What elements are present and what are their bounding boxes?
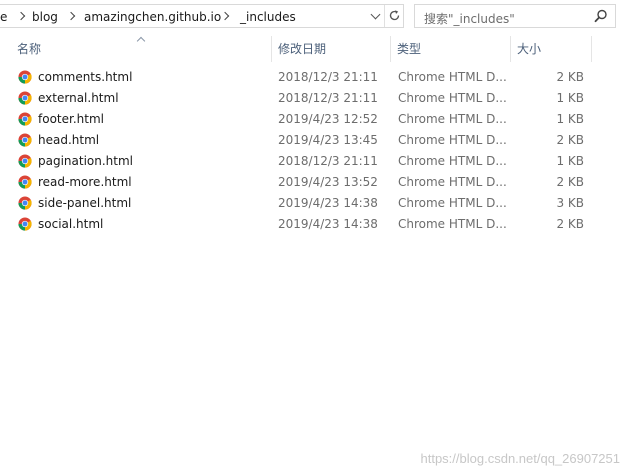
breadcrumb-separator-icon[interactable] bbox=[16, 9, 26, 23]
file-type: Chrome HTML D... bbox=[398, 196, 506, 210]
file-row[interactable]: read-more.html 2019/4/23 13:52 Chrome HT… bbox=[0, 172, 628, 193]
refresh-icon bbox=[389, 10, 400, 21]
file-name: external.html bbox=[38, 91, 119, 105]
file-type: Chrome HTML D... bbox=[398, 133, 506, 147]
file-size: 1 KB bbox=[556, 91, 584, 105]
file-name: comments.html bbox=[38, 70, 133, 84]
file-name: read-more.html bbox=[38, 175, 132, 189]
column-header-row: 名称 修改日期 类型 大小 bbox=[0, 36, 628, 62]
file-name: head.html bbox=[38, 133, 100, 147]
file-type: Chrome HTML D... bbox=[398, 217, 506, 231]
chrome-html-icon bbox=[18, 70, 32, 84]
file-row[interactable]: comments.html 2018/12/3 21:11 Chrome HTM… bbox=[0, 67, 628, 88]
breadcrumb-item[interactable]: blog bbox=[32, 10, 58, 24]
file-type: Chrome HTML D... bbox=[398, 112, 506, 126]
breadcrumb-separator-icon[interactable] bbox=[220, 9, 230, 23]
file-row[interactable]: side-panel.html 2019/4/23 14:38 Chrome H… bbox=[0, 193, 628, 214]
file-name: social.html bbox=[38, 217, 104, 231]
file-type: Chrome HTML D... bbox=[398, 154, 506, 168]
file-row[interactable]: head.html 2019/4/23 13:45 Chrome HTML D.… bbox=[0, 130, 628, 151]
column-header-name[interactable]: 名称 bbox=[11, 36, 271, 62]
file-modified-date: 2019/4/23 13:45 bbox=[278, 133, 378, 147]
file-row[interactable]: pagination.html 2018/12/3 21:11 Chrome H… bbox=[0, 151, 628, 172]
chrome-html-icon bbox=[18, 154, 32, 168]
chrome-html-icon bbox=[18, 112, 32, 126]
file-size: 3 KB bbox=[556, 196, 584, 210]
file-name: side-panel.html bbox=[38, 196, 132, 210]
address-bar[interactable]: e blog amazingchen.github.io _includes bbox=[0, 4, 404, 28]
file-modified-date: 2019/4/23 12:52 bbox=[278, 112, 378, 126]
chrome-html-icon bbox=[18, 175, 32, 189]
file-modified-date: 2019/4/23 14:38 bbox=[278, 196, 378, 210]
file-size: 1 KB bbox=[556, 154, 584, 168]
address-dropdown-icon[interactable] bbox=[368, 5, 384, 27]
search-placeholder: 搜索"_includes" bbox=[424, 12, 515, 26]
breadcrumb-item-current[interactable]: _includes bbox=[240, 10, 296, 24]
search-input[interactable]: 搜索"_includes" bbox=[414, 4, 616, 28]
file-size: 2 KB bbox=[556, 70, 584, 84]
file-size: 2 KB bbox=[556, 175, 584, 189]
refresh-button[interactable] bbox=[384, 5, 403, 27]
file-name: footer.html bbox=[38, 112, 104, 126]
file-size: 1 KB bbox=[556, 112, 584, 126]
file-row[interactable]: footer.html 2019/4/23 12:52 Chrome HTML … bbox=[0, 109, 628, 130]
column-header-type[interactable]: 类型 bbox=[391, 36, 510, 62]
file-type: Chrome HTML D... bbox=[398, 175, 506, 189]
column-header-date[interactable]: 修改日期 bbox=[272, 36, 390, 62]
file-size: 2 KB bbox=[556, 133, 584, 147]
file-modified-date: 2019/4/23 14:38 bbox=[278, 217, 378, 231]
search-icon[interactable] bbox=[594, 9, 608, 23]
file-name: pagination.html bbox=[38, 154, 134, 168]
file-row[interactable]: social.html 2019/4/23 14:38 Chrome HTML … bbox=[0, 214, 628, 235]
watermark-text: https://blog.csdn.net/qq_26907251 bbox=[420, 451, 621, 466]
chrome-html-icon bbox=[18, 133, 32, 147]
file-type: Chrome HTML D... bbox=[398, 91, 506, 105]
breadcrumb-item[interactable]: e bbox=[0, 10, 7, 24]
file-list: comments.html 2018/12/3 21:11 Chrome HTM… bbox=[0, 67, 628, 235]
file-row[interactable]: external.html 2018/12/3 21:11 Chrome HTM… bbox=[0, 88, 628, 109]
file-modified-date: 2018/12/3 21:11 bbox=[278, 70, 378, 84]
breadcrumb-item[interactable]: amazingchen.github.io bbox=[84, 10, 221, 24]
column-divider[interactable] bbox=[591, 36, 592, 62]
breadcrumb-separator-icon[interactable] bbox=[66, 9, 76, 23]
chrome-html-icon bbox=[18, 91, 32, 105]
chrome-html-icon bbox=[18, 196, 32, 210]
file-modified-date: 2018/12/3 21:11 bbox=[278, 91, 378, 105]
file-modified-date: 2019/4/23 13:52 bbox=[278, 175, 378, 189]
column-header-size[interactable]: 大小 bbox=[511, 36, 591, 62]
file-modified-date: 2018/12/3 21:11 bbox=[278, 154, 378, 168]
file-type: Chrome HTML D... bbox=[398, 70, 506, 84]
chrome-html-icon bbox=[18, 217, 32, 231]
file-size: 2 KB bbox=[556, 217, 584, 231]
